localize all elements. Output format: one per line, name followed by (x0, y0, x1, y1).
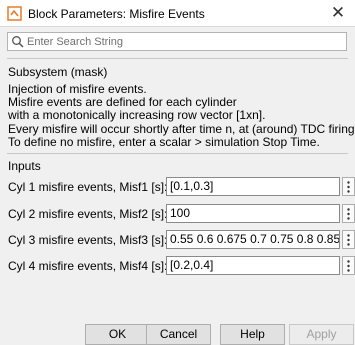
subsystem-title: Subsystem (mask) (8, 65, 108, 79)
param-label-misf2: Cyl 2 misfire events, Misf2 [s]: (8, 207, 168, 221)
param-row-misf4: Cyl 4 misfire events, Misf4 [s]: [0.2,0.… (8, 256, 355, 275)
description-line: To define no misfire, enter a scalar > s… (8, 134, 320, 149)
close-button[interactable]: ✕ (327, 2, 349, 24)
description-line: with a monotonically increasing row vect… (8, 108, 266, 123)
search-input[interactable] (27, 34, 343, 49)
param-input-misf4[interactable]: [0.2,0.4] (166, 256, 340, 275)
divider (7, 153, 348, 154)
inputs-title: Inputs (8, 159, 41, 173)
vertical-ellipsis-icon (347, 208, 350, 220)
param-row-misf2: Cyl 2 misfire events, Misf2 [s]: 100 (8, 204, 355, 223)
subsystem-description: Injection of misfire events. Misfire eve… (8, 82, 355, 149)
param-row-misf1: Cyl 1 misfire events, Misf1 [s]: [0.1,0.… (8, 177, 355, 196)
search-icon (12, 36, 24, 48)
vertical-ellipsis-icon (347, 181, 350, 193)
param-input-misf3[interactable]: 0.55 0.6 0.675 0.7 0.75 0.8 0.85] (166, 230, 340, 249)
ok-button[interactable]: OK (85, 324, 150, 345)
description-line: Every misfire will occur shortly after t… (8, 121, 355, 136)
param-row-misf3: Cyl 3 misfire events, Misf3 [s]: 0.55 0.… (8, 230, 355, 249)
more-options-button[interactable] (342, 177, 355, 196)
help-button[interactable]: Help (220, 324, 285, 345)
window-title: Block Parameters: Misfire Events (28, 7, 205, 21)
more-options-button[interactable] (342, 204, 355, 223)
simulink-app-icon (7, 6, 22, 21)
vertical-ellipsis-icon (347, 260, 350, 272)
param-label-misf1: Cyl 1 misfire events, Misf1 [s]: (8, 180, 168, 194)
param-label-misf4: Cyl 4 misfire events, Misf4 [s]: (8, 259, 168, 273)
param-input-misf1[interactable]: [0.1,0.3] (166, 177, 340, 196)
vertical-ellipsis-icon (347, 234, 350, 246)
cancel-button[interactable]: Cancel (146, 324, 211, 345)
title-bar: Block Parameters: Misfire Events ✕ (0, 0, 355, 27)
divider (7, 58, 348, 59)
param-input-misf2[interactable]: 100 (166, 204, 340, 223)
more-options-button[interactable] (342, 256, 355, 275)
apply-button[interactable]: Apply (289, 324, 354, 345)
search-box[interactable] (7, 32, 347, 51)
more-options-button[interactable] (342, 230, 355, 249)
param-label-misf3: Cyl 3 misfire events, Misf3 [s]: (8, 233, 168, 247)
